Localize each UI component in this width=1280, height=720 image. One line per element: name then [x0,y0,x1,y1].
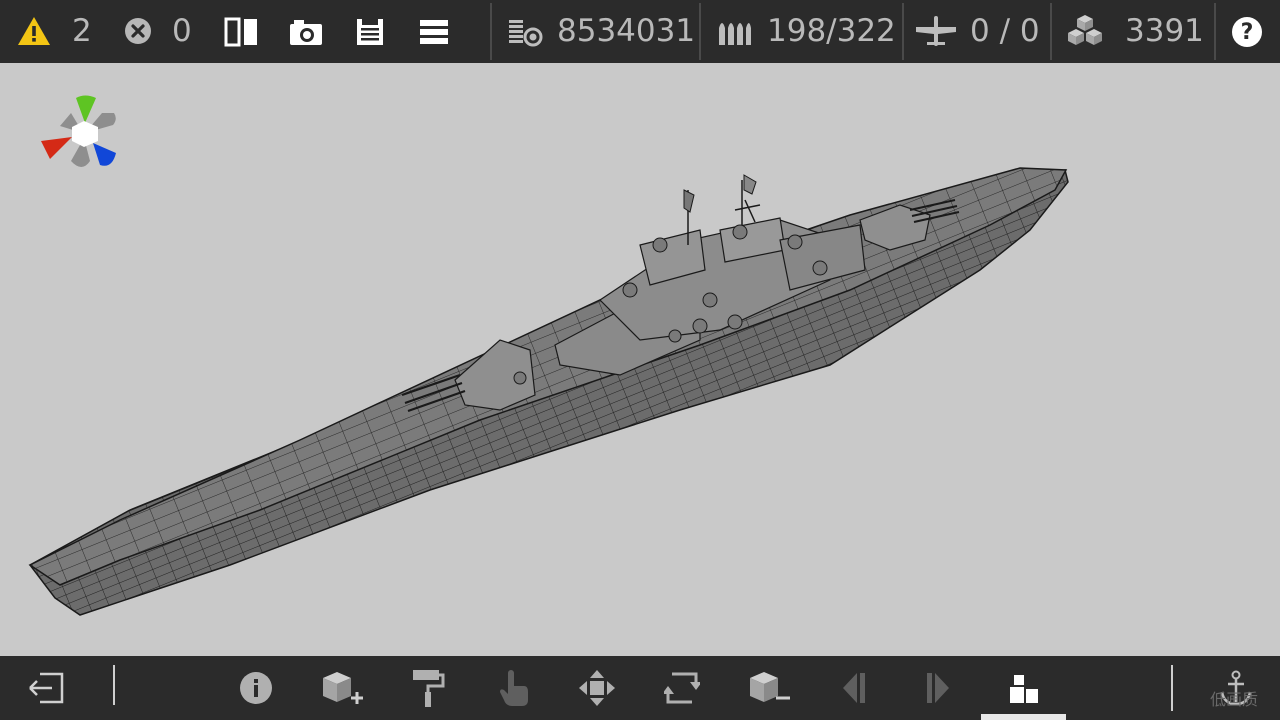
mirror-button[interactable] [222,14,262,50]
paint-roller-icon [413,670,445,707]
bottom-toolbar: 低画质 [0,656,1280,720]
blocks-value: 3391 [1125,13,1204,49]
errors-count: 0 [172,13,192,49]
remove-block-icon [750,672,790,702]
separator [1214,3,1216,60]
separator [902,3,904,60]
cost-value: 8534031 [557,13,696,49]
menu-button[interactable] [414,14,454,50]
save-button[interactable] [350,14,390,50]
errors-button[interactable] [120,14,156,48]
viewport-3d[interactable] [0,63,1280,656]
separator [1050,3,1052,60]
ammo-icon [719,23,751,45]
paint-button[interactable] [405,666,449,710]
move-button[interactable] [575,666,619,710]
exit-icon [29,672,64,704]
top-toolbar: 2 0 8534031 198/322 0 / 0 3391 ? [0,0,1280,63]
camera-icon [290,20,322,45]
save-icon [357,19,383,45]
exit-button[interactable] [24,668,68,708]
blocks-panel-icon [1010,675,1038,703]
blocks-stat [1064,12,1106,50]
separator [1171,665,1173,711]
warnings-button[interactable] [14,14,54,48]
help-icon: ? [1232,17,1262,47]
info-icon [240,672,272,704]
error-icon [125,18,151,44]
add-block-icon [323,672,363,704]
aircraft-icon [916,16,956,46]
aircraft-value: 0 / 0 [970,13,1040,49]
ship-model[interactable] [0,63,1280,656]
ammo-stat [714,14,754,50]
rotate-button[interactable] [660,668,704,708]
warning-icon [18,17,50,45]
previous-icon [843,673,865,703]
cost-icon [509,20,543,47]
add-block-button[interactable] [318,666,364,710]
warnings-count: 2 [72,13,92,49]
mirror-icon [224,17,257,47]
separator [113,665,115,705]
next-icon [927,673,949,703]
rotate-icon [664,672,700,704]
info-button[interactable] [234,668,278,708]
move-icon [579,670,615,706]
select-button[interactable] [492,666,536,710]
cost-stat [505,14,545,50]
help-label: ? [1240,19,1254,45]
separator [490,3,492,60]
remove-block-button[interactable] [745,666,791,710]
menu-icon [420,20,448,44]
active-tab-indicator [981,714,1066,720]
separator [699,3,701,60]
ammo-value: 198/322 [767,13,896,49]
aircraft-stat [913,12,959,50]
blocks-panel-button[interactable] [1000,666,1046,710]
camera-button[interactable] [285,14,327,50]
select-hand-icon [500,670,528,706]
blocks-icon [1068,15,1102,45]
next-button[interactable] [916,668,960,708]
previous-button[interactable] [832,668,876,708]
help-button[interactable]: ? [1228,13,1266,51]
quality-label[interactable]: 低画质 [1210,686,1258,710]
